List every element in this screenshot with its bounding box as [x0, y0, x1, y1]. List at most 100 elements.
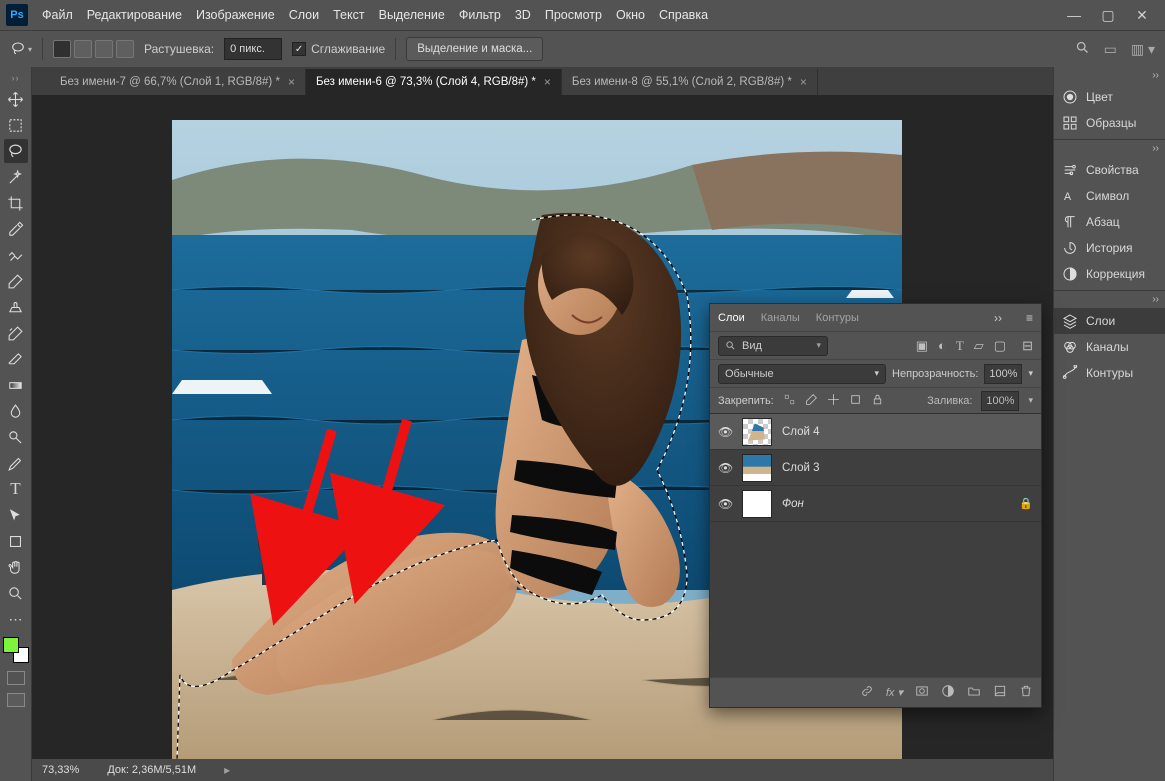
layer-thumbnail[interactable]: [742, 490, 772, 518]
add-mask-icon[interactable]: [915, 684, 929, 701]
opacity-input[interactable]: 100%: [984, 364, 1022, 384]
selection-new[interactable]: [53, 40, 71, 58]
layer-row[interactable]: 👁 Слой 4: [710, 414, 1041, 450]
close-tab-icon[interactable]: ×: [288, 75, 295, 89]
visibility-toggle-icon[interactable]: 👁: [718, 497, 732, 511]
menu-image[interactable]: Изображение: [196, 8, 275, 22]
delete-layer-icon[interactable]: [1019, 684, 1033, 701]
layer-name[interactable]: Слой 3: [782, 462, 820, 474]
feather-input[interactable]: 0 пикс.: [224, 38, 282, 60]
link-layers-icon[interactable]: [860, 684, 874, 701]
visibility-toggle-icon[interactable]: 👁: [718, 425, 732, 439]
doc-tab-2[interactable]: Без имени-8 @ 55,1% (Слой 2, RGB/8#) *×: [562, 69, 818, 95]
filter-adjust-icon[interactable]: ◐: [938, 338, 946, 354]
panel-character[interactable]: AСимвол: [1054, 183, 1165, 209]
layer-row[interactable]: 👁 Фон 🔒: [710, 486, 1041, 522]
dodge-tool[interactable]: [4, 425, 28, 449]
lock-position-icon[interactable]: [827, 393, 840, 409]
layer-thumbnail[interactable]: [742, 454, 772, 482]
lock-image-icon[interactable]: [805, 393, 818, 409]
selection-intersect[interactable]: [116, 40, 134, 58]
select-and-mask-button[interactable]: Выделение и маска...: [406, 37, 543, 61]
collapse-icon[interactable]: ››: [1054, 294, 1165, 308]
panel-paths[interactable]: Контуры: [1054, 360, 1165, 386]
layer-filter-kind[interactable]: Вид▾: [718, 336, 828, 356]
window-close[interactable]: ✕: [1125, 7, 1159, 24]
type-tool[interactable]: T: [4, 477, 28, 501]
screen-mode-icon[interactable]: ▭: [1104, 41, 1117, 58]
hand-tool[interactable]: [4, 555, 28, 579]
current-tool-icon[interactable]: ▾: [10, 38, 32, 60]
filter-toggle-icon[interactable]: ⊟: [1022, 338, 1033, 354]
menu-3d[interactable]: 3D: [515, 8, 531, 22]
menu-help[interactable]: Справка: [659, 8, 708, 22]
panel-layers[interactable]: Слои: [1054, 308, 1165, 334]
menu-layer[interactable]: Слои: [289, 8, 319, 22]
tab-paths[interactable]: Контуры: [816, 312, 859, 324]
lock-transparent-icon[interactable]: [783, 393, 796, 409]
panel-adjustments[interactable]: Коррекция: [1054, 261, 1165, 287]
zoom-tool[interactable]: [4, 581, 28, 605]
panel-channels[interactable]: Каналы: [1054, 334, 1165, 360]
quick-mask-toggle[interactable]: [7, 671, 25, 685]
pen-tool[interactable]: [4, 451, 28, 475]
new-group-icon[interactable]: [967, 684, 981, 701]
menu-view[interactable]: Просмотр: [545, 8, 602, 22]
selection-add[interactable]: [74, 40, 92, 58]
tab-layers[interactable]: Слои: [718, 312, 745, 324]
filter-type-icon[interactable]: T: [956, 338, 964, 354]
antialias-checkbox[interactable]: ✓: [292, 42, 306, 56]
panel-expand-icon[interactable]: ››: [994, 311, 1002, 325]
selection-subtract[interactable]: [95, 40, 113, 58]
layer-row[interactable]: 👁 Слой 3: [710, 450, 1041, 486]
menu-select[interactable]: Выделение: [379, 8, 445, 22]
screen-mode-toggle[interactable]: [7, 693, 25, 707]
panel-history[interactable]: История: [1054, 235, 1165, 261]
magic-wand-tool[interactable]: [4, 165, 28, 189]
panel-swatches[interactable]: Образцы: [1054, 110, 1165, 136]
lock-all-icon[interactable]: [871, 393, 884, 409]
move-tool[interactable]: [4, 87, 28, 111]
shape-tool[interactable]: [4, 529, 28, 553]
tab-channels[interactable]: Каналы: [761, 312, 800, 324]
status-more-icon[interactable]: ▸: [224, 763, 230, 777]
lasso-tool[interactable]: [4, 139, 28, 163]
window-minimize[interactable]: —: [1057, 7, 1091, 24]
layer-thumbnail[interactable]: [742, 418, 772, 446]
panel-menu-icon[interactable]: ≡: [1026, 311, 1033, 325]
status-zoom[interactable]: 73,33%: [42, 764, 79, 776]
search-icon[interactable]: [1075, 40, 1090, 58]
filter-shape-icon[interactable]: ▱: [974, 338, 984, 354]
eyedropper-tool[interactable]: [4, 217, 28, 241]
workspace-layout-icon[interactable]: ▥ ▾: [1131, 41, 1155, 58]
window-maximize[interactable]: ▢: [1091, 7, 1125, 24]
doc-tab-0[interactable]: Без имени-7 @ 66,7% (Слой 1, RGB/8#) *×: [50, 69, 306, 95]
menu-filter[interactable]: Фильтр: [459, 8, 501, 22]
panel-paragraph[interactable]: Абзац: [1054, 209, 1165, 235]
history-brush-tool[interactable]: [4, 321, 28, 345]
brush-tool[interactable]: [4, 269, 28, 293]
edit-toolbar[interactable]: ⋯: [4, 607, 28, 631]
menu-type[interactable]: Текст: [333, 8, 364, 22]
panel-properties[interactable]: Свойства: [1054, 157, 1165, 183]
menu-file[interactable]: Файл: [42, 8, 73, 22]
blur-tool[interactable]: [4, 399, 28, 423]
foreground-background-colors[interactable]: [3, 637, 29, 663]
healing-brush-tool[interactable]: [4, 243, 28, 267]
foreground-color-swatch[interactable]: [3, 637, 19, 653]
blend-mode-select[interactable]: Обычные▾: [718, 364, 886, 384]
add-adjustment-icon[interactable]: [941, 684, 955, 701]
filter-smart-icon[interactable]: ▢: [994, 338, 1006, 354]
filter-pixel-icon[interactable]: ▣: [916, 338, 928, 354]
new-layer-icon[interactable]: [993, 684, 1007, 701]
marquee-tool[interactable]: [4, 113, 28, 137]
eraser-tool[interactable]: [4, 347, 28, 371]
close-tab-icon[interactable]: ×: [800, 75, 807, 89]
collapse-icon[interactable]: ››: [1054, 70, 1165, 84]
panel-color[interactable]: Цвет: [1054, 84, 1165, 110]
fill-input[interactable]: 100%: [981, 391, 1019, 411]
gradient-tool[interactable]: [4, 373, 28, 397]
doc-tab-1[interactable]: Без имени-6 @ 73,3% (Слой 4, RGB/8#) *×: [306, 69, 562, 95]
close-tab-icon[interactable]: ×: [544, 75, 551, 89]
layer-name[interactable]: Слой 4: [782, 426, 820, 438]
